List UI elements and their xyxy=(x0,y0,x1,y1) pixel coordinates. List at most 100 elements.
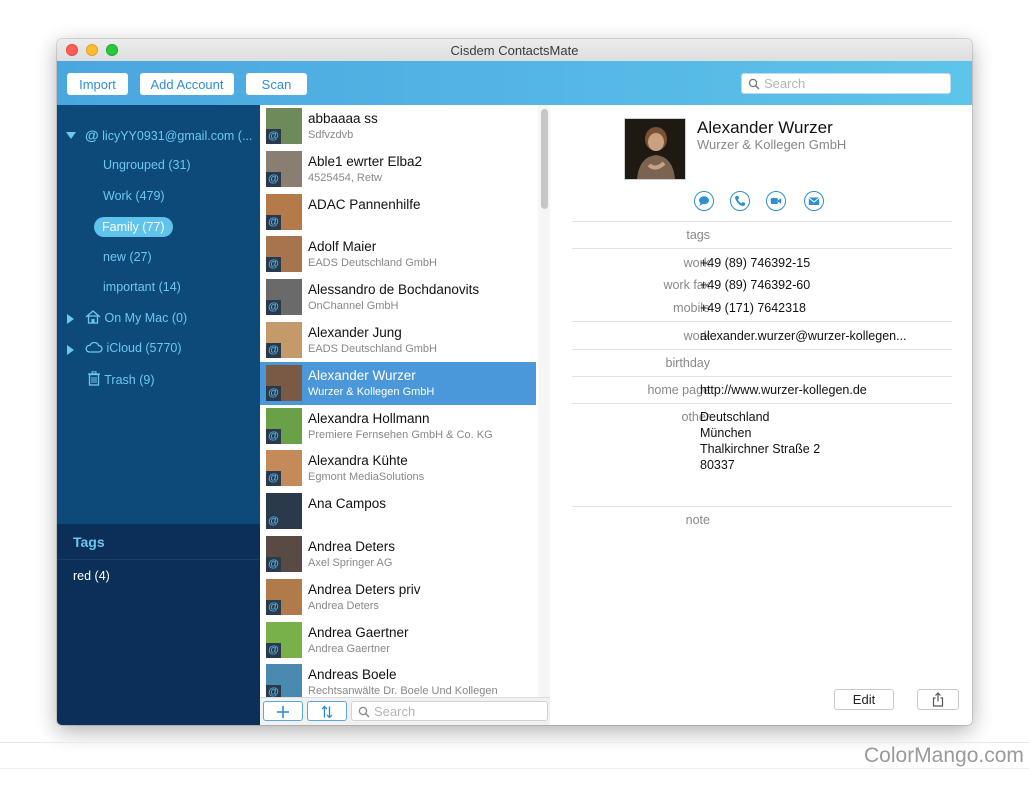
contact-row-subtitle: 4525454, Retw xyxy=(308,171,382,184)
field-divider xyxy=(572,506,952,507)
at-badge-icon: @ xyxy=(266,685,281,697)
contact-row-subtitle: Egmont MediaSolutions xyxy=(308,471,425,484)
contact-row-subtitle: Rechtsanwälte Dr. Boele Und Kollegen xyxy=(308,685,498,697)
contact-row[interactable]: @ Alexandra Hollmann Premiere Fernsehen Gm… xyxy=(260,405,536,448)
sidebar-icloud[interactable]: iCloud (5770) xyxy=(85,341,182,355)
collapse-arrow-icon[interactable] xyxy=(66,132,76,139)
sidebar-trash[interactable]: Trash (9) xyxy=(87,371,155,387)
edit-button[interactable]: Edit xyxy=(834,689,894,710)
contact-avatar: @ xyxy=(266,407,302,444)
contact-row[interactable]: @ Able1 ewrter Elba2 4525454, Retw xyxy=(260,148,536,191)
sidebar-group-family[interactable]: Family (77) xyxy=(94,217,173,237)
page-divider xyxy=(0,742,1029,743)
contact-row-name: Alexandra Kühte xyxy=(308,453,408,469)
homepage-value[interactable]: http://www.wurzer-kollegen.de xyxy=(700,383,867,397)
scan-button[interactable]: Scan xyxy=(246,73,307,95)
chat-bubble-icon xyxy=(699,196,709,206)
call-button[interactable] xyxy=(730,191,750,211)
contact-row-subtitle: Andrea Gaertner xyxy=(308,642,390,655)
sidebar-group-ungrouped[interactable]: Ungrouped (31) xyxy=(103,158,191,172)
trash-icon xyxy=(88,371,100,386)
at-badge-icon: @ xyxy=(266,557,281,572)
video-camera-icon xyxy=(770,198,782,204)
address-line-country: Deutschland xyxy=(700,410,770,424)
tags-divider xyxy=(57,559,260,560)
at-badge-icon: @ xyxy=(266,385,281,401)
contact-row[interactable]: @ Adolf Maier EADS Deutschland GmbH xyxy=(260,233,536,276)
contact-row[interactable]: @ Alexander Wurzer Wurzer & Kollegen GmbH xyxy=(260,361,536,405)
import-button[interactable]: Import xyxy=(67,73,128,95)
contact-list[interactable]: @ abbaaaa ss Sdfvzdvb @ Able1 ewrter Elba2 45… xyxy=(260,105,536,697)
work-phone-value[interactable]: +49 (89) 746392-15 xyxy=(700,256,810,270)
phone-icon xyxy=(735,196,745,206)
list-search-box[interactable] xyxy=(351,701,548,721)
work-email-value[interactable]: alexander.wurzer@wurzer-kollegen... xyxy=(700,329,907,343)
contact-avatar: @ xyxy=(266,364,302,401)
at-badge-icon: @ xyxy=(266,471,281,487)
tag-item-red[interactable]: red (4) xyxy=(73,569,110,583)
add-contact-button[interactable] xyxy=(263,701,303,721)
sidebar-account-gmail[interactable]: @ licyYY0931@gmail.com (... xyxy=(85,127,252,143)
contact-row[interactable]: @ Alexandra Kühte Egmont MediaSolutions xyxy=(260,447,536,490)
field-divider xyxy=(572,248,952,249)
contact-avatar: @ xyxy=(266,621,302,658)
sidebar-group-work[interactable]: Work (479) xyxy=(103,189,165,203)
contact-row[interactable]: @ Andrea Deters Axel Springer AG xyxy=(260,533,536,576)
watermark-text: ColorMango.com xyxy=(864,744,1024,767)
contact-avatar: @ xyxy=(266,193,302,230)
contact-row[interactable]: @ Alessandro de Bochdanovits OnChannel Gmb… xyxy=(260,276,536,319)
contact-list-pane: @ abbaaaa ss Sdfvzdvb @ Able1 ewrter Elba2 45… xyxy=(260,105,551,725)
contact-row[interactable]: @ Ana Campos xyxy=(260,490,536,533)
field-divider xyxy=(572,221,952,222)
at-badge-icon: @ xyxy=(266,514,281,530)
at-badge-icon: @ xyxy=(266,343,281,358)
toolbar-search-input[interactable] xyxy=(764,75,944,92)
field-divider xyxy=(572,349,952,350)
at-badge-icon: @ xyxy=(266,300,281,316)
field-divider xyxy=(572,376,952,377)
contact-row-name: Alexander Wurzer xyxy=(308,367,416,383)
address-line-city: München xyxy=(700,426,752,440)
search-icon xyxy=(748,78,760,90)
contact-row-subtitle: EADS Deutschland GmbH xyxy=(308,343,437,355)
home-icon xyxy=(85,310,101,324)
contact-row[interactable]: @ ADAC Pannenhilfe xyxy=(260,191,536,234)
contact-detail-pane: Alexander Wurzer Wurzer & Kollegen GmbH xyxy=(550,105,972,725)
sort-arrows-icon xyxy=(321,705,333,719)
address-line-street: Thalkirchner Straße 2 xyxy=(700,442,821,456)
note-label: note xyxy=(685,513,710,527)
toolbar-search-box[interactable] xyxy=(741,73,951,94)
contact-row[interactable]: @ Alexander Jung EADS Deutschland GmbH xyxy=(260,319,536,362)
contact-avatar: @ xyxy=(266,578,302,615)
contact-row[interactable]: @ abbaaaa ss Sdfvzdvb xyxy=(260,105,536,148)
sidebar-group-important[interactable]: important (14) xyxy=(103,280,181,294)
address-line-zip: 80337 xyxy=(700,458,735,472)
contact-avatar: @ xyxy=(266,493,302,530)
contact-photo[interactable] xyxy=(624,118,686,180)
page-divider xyxy=(0,768,1029,769)
share-button[interactable] xyxy=(917,689,959,710)
expand-arrow-icon[interactable] xyxy=(67,314,74,324)
email-button[interactable] xyxy=(804,191,824,211)
list-footer xyxy=(260,697,550,725)
sidebar-group-new[interactable]: new (27) xyxy=(103,250,152,264)
contact-list-scrollbar[interactable] xyxy=(538,105,550,697)
sidebar-on-my-mac[interactable]: On My Mac (0) xyxy=(85,310,187,325)
share-icon xyxy=(932,692,944,707)
contact-row[interactable]: @ Andrea Deters priv Andrea Deters xyxy=(260,576,536,619)
video-call-button[interactable] xyxy=(766,191,786,211)
add-account-button[interactable]: Add Account xyxy=(140,73,234,95)
scrollbar-thumb[interactable] xyxy=(541,109,548,209)
sort-button[interactable] xyxy=(307,701,347,721)
mobile-value[interactable]: +49 (171) 7642318 xyxy=(700,301,806,315)
contact-row-subtitle: OnChannel GmbH xyxy=(308,300,399,313)
contact-avatar: @ xyxy=(266,322,302,358)
contact-row-name: ADAC Pannenhilfe xyxy=(308,196,421,212)
contact-row[interactable]: @ Andreas Boele Rechtsanwälte Dr. Boele Un… xyxy=(260,661,536,697)
contact-row[interactable]: @ Andrea Gaertner Andrea Gaertner xyxy=(260,619,536,662)
at-badge-icon: @ xyxy=(266,257,281,273)
message-button[interactable] xyxy=(694,191,714,211)
expand-arrow-icon[interactable] xyxy=(67,345,74,355)
work-fax-value[interactable]: +49 (89) 746392-60 xyxy=(700,278,810,292)
list-search-input[interactable] xyxy=(374,703,539,720)
